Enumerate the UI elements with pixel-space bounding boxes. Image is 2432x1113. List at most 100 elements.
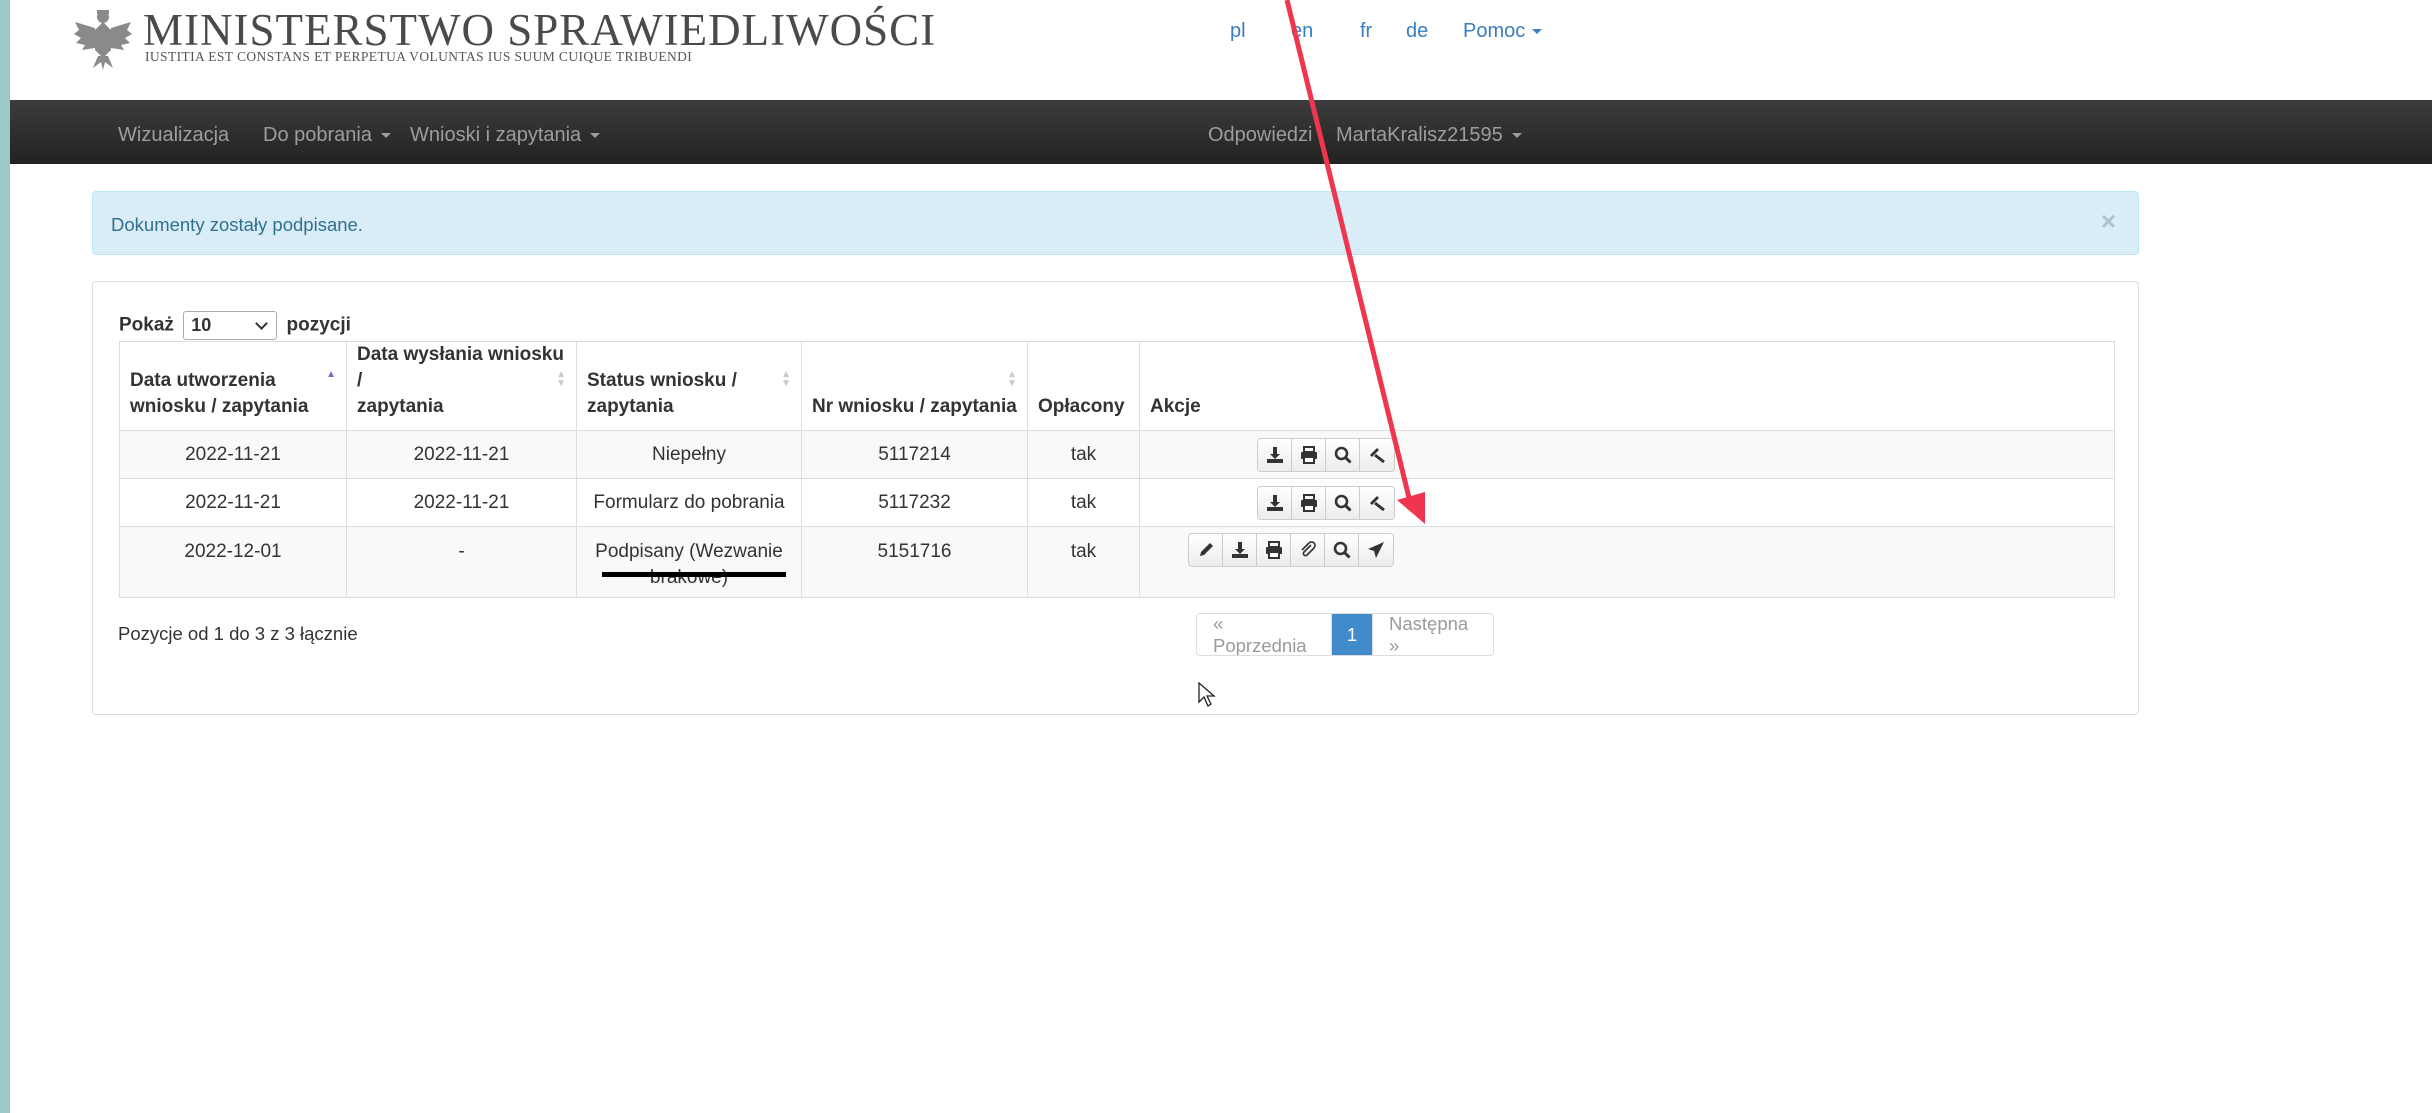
table-row: 2022-11-21 2022-11-21 Niepełny 5117214 t… [119, 430, 2115, 479]
prev-page-button[interactable]: « Poprzednia [1197, 614, 1332, 655]
col-status[interactable]: Status wniosku / zapytania ▲ ▼ [576, 341, 802, 431]
current-page-button[interactable]: 1 [1332, 614, 1372, 655]
cell-paid: tak [1027, 430, 1140, 479]
gavel-icon [1370, 496, 1385, 512]
col-created-line1: Data utworzenia [130, 370, 276, 391]
chevron-down-icon [255, 317, 269, 330]
navbar: Wizualizacja Do pobrania Wnioski i zapyt… [10, 100, 2432, 164]
preview-button[interactable] [1325, 534, 1359, 566]
show-prefix: Pokaż [119, 314, 174, 336]
send-button[interactable] [1359, 534, 1393, 566]
col-sent[interactable]: Data wysłania wniosku / zapytania ▲ ▼ [346, 341, 577, 431]
cell-created: 2022-11-21 [119, 430, 347, 479]
success-alert: Dokumenty zostały podpisane. × [92, 191, 2139, 255]
cell-number: 5151716 [801, 526, 1028, 598]
download-button[interactable] [1223, 534, 1257, 566]
user-name: MartaKralisz21595 [1336, 124, 1503, 146]
table-info: Pozycje od 1 do 3 z 3 łącznie [118, 623, 358, 644]
send-icon [1368, 542, 1384, 558]
preview-button[interactable] [1326, 439, 1360, 471]
download-icon [1231, 542, 1248, 558]
eagle-emblem-icon [74, 10, 132, 70]
col-paid-label: Opłacony [1038, 396, 1125, 417]
edit-button[interactable] [1189, 534, 1223, 566]
print-icon [1300, 446, 1317, 464]
cell-status: Niepełny [576, 430, 802, 479]
table-row: 2022-11-21 2022-11-21 Formularz do pobra… [119, 478, 2115, 527]
gavel-button[interactable] [1360, 487, 1394, 519]
col-paid[interactable]: Opłacony [1027, 341, 1140, 431]
col-status-line2: zapytania [587, 396, 674, 417]
cell-sent: - [346, 526, 577, 598]
search-icon [1333, 541, 1351, 559]
lang-pl-link[interactable]: pl [1230, 20, 1246, 43]
lang-fr-link[interactable]: fr [1360, 20, 1372, 43]
preview-button[interactable] [1326, 487, 1360, 519]
sort-icon: ▲ ▼ [1007, 369, 1017, 389]
page: MINISTERSTWO SPRAWIEDLIWOŚCI IUSTITIA ES… [10, 0, 2432, 1113]
nav-do-pobrania[interactable]: Do pobrania [263, 124, 391, 147]
paperclip-icon [1300, 541, 1316, 557]
col-status-line1: Status wniosku / [587, 370, 737, 391]
sort-icon: ▲ ▼ [781, 369, 791, 389]
caret-down-icon [380, 133, 391, 139]
mouse-cursor-icon [1198, 682, 1216, 707]
caret-down-icon [1532, 29, 1543, 35]
row-action-group [1257, 486, 1395, 520]
cell-actions [1139, 430, 2115, 479]
redaction-bar [602, 572, 786, 577]
cell-paid: tak [1027, 526, 1140, 598]
attach-button[interactable] [1291, 534, 1325, 566]
nav-odpowiedzi[interactable]: Odpowiedzi [1208, 124, 1313, 147]
download-button[interactable] [1258, 439, 1292, 471]
nav-wnioski[interactable]: Wnioski i zapytania [410, 124, 601, 147]
cell-paid: tak [1027, 478, 1140, 527]
cell-status-line2: brakowe) [649, 567, 729, 588]
next-page-button[interactable]: Następna » [1372, 614, 1493, 655]
close-icon[interactable]: × [2101, 206, 2116, 237]
download-icon [1266, 447, 1283, 463]
table-row: 2022-12-01 - Podpisany (Wezwanie brakowe)… [119, 526, 2115, 598]
cell-status: Podpisany (Wezwanie brakowe) [576, 526, 802, 598]
search-icon [1334, 446, 1352, 464]
alert-text: Dokumenty zostały podpisane. [111, 214, 363, 235]
col-number[interactable]: Nr wniosku / zapytania ▲ ▼ [801, 341, 1028, 431]
print-icon [1265, 541, 1282, 559]
cell-created: 2022-12-01 [119, 526, 347, 598]
header: MINISTERSTWO SPRAWIEDLIWOŚCI IUSTITIA ES… [10, 0, 2432, 100]
print-button[interactable] [1292, 439, 1326, 471]
col-created-line2: wniosku / zapytania [130, 396, 309, 417]
cell-actions [1139, 478, 2115, 527]
pencil-icon [1199, 543, 1213, 556]
cell-created: 2022-11-21 [119, 478, 347, 527]
page-size-select[interactable]: 10 [183, 311, 278, 340]
sort-asc-icon: ▲ [326, 369, 336, 380]
sort-icon: ▲ ▼ [556, 369, 566, 389]
show-suffix: pozycji [286, 314, 351, 336]
requests-panel: Pokaż 10 pozycji Data utworzenia wniosku … [92, 281, 2139, 715]
col-sent-line2: zapytania [357, 396, 444, 417]
col-actions: Akcje [1139, 341, 2115, 431]
download-icon [1266, 495, 1283, 511]
cell-status: Formularz do pobrania [576, 478, 802, 527]
cell-sent: 2022-11-21 [346, 430, 577, 479]
print-icon [1300, 494, 1317, 512]
print-button[interactable] [1292, 487, 1326, 519]
col-created[interactable]: Data utworzenia wniosku / zapytania ▲ [119, 341, 347, 431]
lang-en-link[interactable]: en [1291, 20, 1313, 43]
download-button[interactable] [1258, 487, 1292, 519]
print-button[interactable] [1257, 534, 1291, 566]
col-sent-line1: Data wysłania wniosku / [357, 344, 564, 391]
row-action-group [1188, 533, 1394, 567]
user-menu[interactable]: MartaKralisz21595 [1336, 124, 1522, 147]
col-actions-label: Akcje [1150, 396, 1201, 417]
lang-de-link[interactable]: de [1406, 20, 1428, 43]
gavel-button[interactable] [1360, 439, 1394, 471]
pagination: « Poprzednia 1 Następna » [1196, 613, 1494, 656]
nav-do-pobrania-label: Do pobrania [263, 124, 372, 146]
cell-status-line1: Podpisany (Wezwanie [595, 541, 783, 562]
cell-number: 5117214 [801, 430, 1028, 479]
help-dropdown[interactable]: Pomoc [1463, 20, 1543, 43]
nav-wizualizacja[interactable]: Wizualizacja [118, 124, 229, 147]
gavel-icon [1370, 448, 1385, 464]
